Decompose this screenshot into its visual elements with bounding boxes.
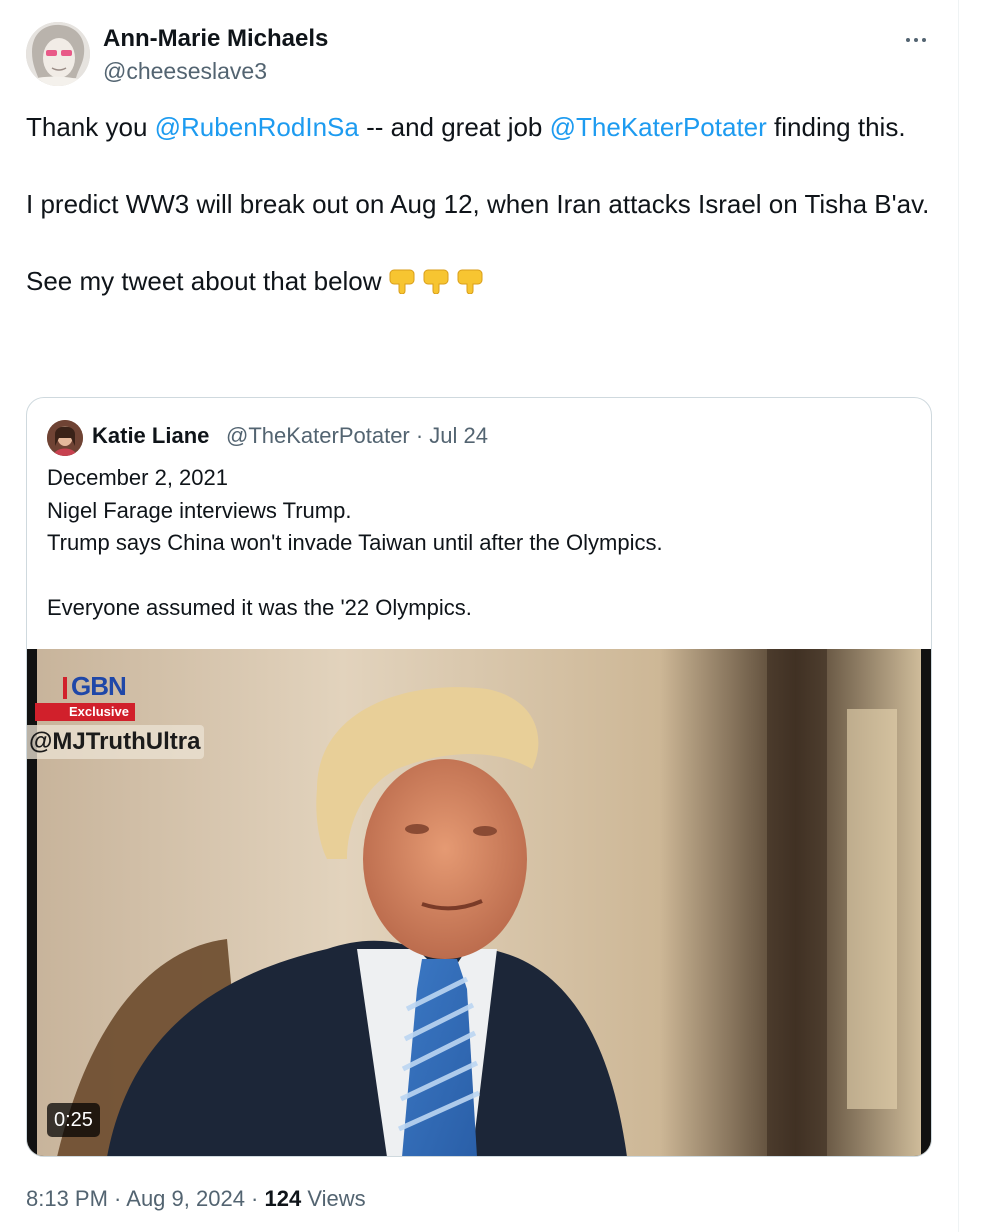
pointing-down-emoji-icon (388, 264, 488, 305)
video-duration-badge: 0:25 (47, 1103, 100, 1137)
tweet-text-run: Thank you (26, 112, 155, 142)
tweet-timestamp[interactable]: 8:13 PM · Aug 9, 2024 · (26, 1186, 264, 1211)
quoted-tweet-card[interactable]: Katie Liane @TheKaterPotater · Jul 24 De… (26, 397, 932, 1157)
gbn-logo: GBN (71, 671, 127, 701)
more-options-button[interactable] (896, 26, 936, 54)
tweet-text-run: See my tweet about that below (26, 266, 382, 296)
more-horizontal-icon-dot (922, 38, 926, 42)
mention-link[interactable]: @TheKaterPotater (550, 112, 767, 142)
tweet: Ann-Marie Michaels @cheeseslave3 Thank y… (0, 0, 958, 1232)
mention-link[interactable]: @RubenRodInSa (155, 112, 359, 142)
quoted-line: Everyone assumed it was the '22 Olympics… (47, 595, 472, 620)
video-watermark: @MJTruthUltra (27, 725, 205, 759)
quoted-line: December 2, 2021 (47, 465, 228, 490)
tweet-meta: 8:13 PM · Aug 9, 2024 · 124 Views (26, 1182, 366, 1216)
tweet-text-run: finding this. (766, 112, 906, 142)
quoted-line: Trump says China won't invade Taiwan unt… (47, 530, 663, 555)
author-name[interactable]: Ann-Marie Michaels (103, 24, 328, 54)
timeline-divider (958, 0, 959, 1232)
quoted-line: Nigel Farage interviews Trump. (47, 497, 352, 523)
more-horizontal-icon-dot (914, 38, 918, 42)
views-count: 124 (264, 1186, 302, 1211)
quoted-tweet-text: December 2, 2021 Nigel Farage interviews… (47, 462, 907, 625)
views-label: Views (301, 1186, 366, 1211)
tweet-paragraph-1: Thank you @RubenRodInSa -- and great job… (26, 108, 936, 147)
more-horizontal-icon (906, 38, 910, 42)
tweet-paragraph-3: See my tweet about that below (26, 262, 936, 305)
tweet-text-run: -- and great job (358, 112, 550, 142)
tweet-text: Thank you @RubenRodInSa -- and great job… (26, 108, 936, 305)
tweet-paragraph-2: I predict WW3 will break out on Aug 12, … (26, 189, 930, 219)
quoted-author-avatar[interactable] (47, 420, 83, 456)
author-avatar[interactable] (26, 22, 90, 86)
gbn-logo-bar-icon (63, 677, 67, 699)
exclusive-badge: Exclusive (35, 703, 135, 721)
quoted-author-handle[interactable]: @TheKaterPotater · Jul 24 (226, 422, 488, 450)
quoted-author-name[interactable]: Katie Liane (92, 422, 209, 450)
author-handle[interactable]: @cheeseslave3 (103, 56, 267, 86)
video-player[interactable]: GBN Exclusive @MJTruthUltra 0:25 (27, 649, 931, 1156)
